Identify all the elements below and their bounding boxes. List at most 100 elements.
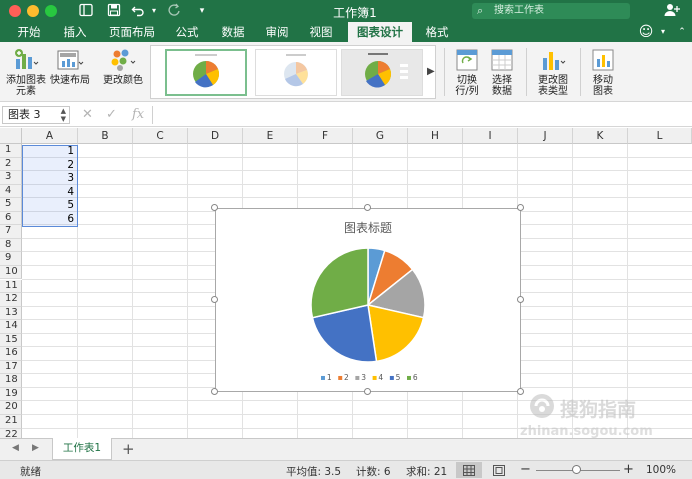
cell-a-value[interactable]: 3 — [22, 172, 74, 184]
smiley-feedback-icon[interactable]: ☺ — [634, 22, 658, 42]
legend-entry[interactable]: ▪5 — [387, 373, 400, 382]
row-header[interactable]: 16 — [0, 347, 22, 361]
zoom-slider-thumb[interactable] — [572, 465, 581, 474]
undo-dropdown-icon[interactable]: ▾ — [146, 3, 162, 19]
pie-chart[interactable]: 图表标题 ▪1 ▪2 ▪3 ▪4 ▪5 ▪6 — [215, 208, 521, 392]
column-header[interactable]: A — [22, 128, 78, 144]
switch-row-column-button[interactable]: 切换 行/列 — [450, 42, 484, 97]
row-header[interactable]: 3 — [0, 171, 22, 185]
row-header[interactable]: 11 — [0, 279, 22, 294]
gallery-scroll-right-icon[interactable]: ▶ — [427, 66, 435, 77]
pie-plot-area[interactable] — [306, 243, 430, 367]
column-header[interactable]: E — [243, 128, 298, 144]
search-input[interactable]: ⌕ 搜索工作表 — [472, 3, 630, 19]
chart-title[interactable]: 图表标题 — [216, 219, 520, 236]
resize-handle-top-right[interactable] — [517, 204, 524, 211]
column-header[interactable]: F — [298, 128, 353, 144]
chart-legend[interactable]: ▪1 ▪2 ▪3 ▪4 ▪5 ▪6 — [216, 373, 520, 382]
sidebar-icon[interactable] — [78, 3, 94, 19]
row-header[interactable]: 21 — [0, 415, 22, 429]
collapse-ribbon-icon[interactable]: ⌃ — [674, 22, 690, 42]
previous-sheet-icon[interactable]: ◀ — [12, 443, 19, 453]
resize-handle-left[interactable] — [211, 296, 218, 303]
add-sheet-button[interactable]: + — [122, 440, 135, 458]
row-header[interactable]: 15 — [0, 333, 22, 348]
column-header[interactable]: C — [133, 128, 188, 144]
row-header[interactable]: 14 — [0, 320, 22, 334]
change-colors-button[interactable]: 更改颜色 — [102, 42, 144, 86]
cell-a-value[interactable]: 4 — [22, 186, 74, 198]
legend-entry[interactable]: ▪4 — [370, 373, 383, 382]
zoom-in-button[interactable]: + — [623, 462, 634, 477]
undo-icon[interactable] — [130, 3, 146, 19]
row-header[interactable]: 8 — [0, 238, 22, 253]
select-data-button[interactable]: 选择 数据 — [486, 42, 518, 97]
next-sheet-icon[interactable]: ▶ — [32, 443, 39, 453]
row-header[interactable]: 19 — [0, 387, 22, 402]
normal-view-button[interactable] — [456, 462, 482, 478]
tab-insert[interactable]: 插入 — [56, 22, 94, 42]
column-header[interactable]: L — [628, 128, 692, 144]
tab-format[interactable]: 格式 — [418, 22, 456, 42]
share-user-icon[interactable] — [664, 3, 680, 19]
insert-function-icon[interactable]: fx — [132, 107, 144, 122]
redo-icon[interactable] — [166, 3, 182, 19]
tab-chart-design[interactable]: 图表设计 — [348, 22, 412, 42]
row-header[interactable]: 2 — [0, 157, 22, 172]
tab-page-layout[interactable]: 页面布局 — [104, 22, 160, 42]
confirm-formula-icon[interactable]: ✓ — [106, 107, 117, 122]
select-all-corner[interactable] — [0, 128, 22, 144]
tab-review[interactable]: 审阅 — [258, 22, 296, 42]
column-header[interactable]: G — [353, 128, 408, 144]
column-header[interactable]: J — [518, 128, 573, 144]
resize-handle-top[interactable] — [364, 204, 371, 211]
column-header[interactable]: D — [188, 128, 243, 144]
feedback-dropdown-icon[interactable]: ▾ — [656, 22, 670, 42]
tab-view[interactable]: 视图 — [302, 22, 340, 42]
chart-style-thumbnail[interactable] — [165, 49, 247, 96]
legend-entry[interactable]: ▪1 — [318, 373, 331, 382]
resize-handle-right[interactable] — [517, 296, 524, 303]
legend-entry[interactable]: ▪2 — [336, 373, 349, 382]
minimize-window-button[interactable] — [27, 5, 39, 17]
row-header[interactable]: 10 — [0, 265, 22, 280]
name-box-dropdown-icon[interactable]: ▲ ▼ — [61, 107, 66, 123]
resize-handle-bottom-right[interactable] — [517, 388, 524, 395]
change-chart-type-button[interactable]: 更改图 表类型 — [532, 42, 574, 97]
legend-entry[interactable]: ▪6 — [404, 373, 417, 382]
row-header[interactable]: 13 — [0, 306, 22, 321]
zoom-window-button[interactable] — [45, 5, 57, 17]
cell-a-value[interactable]: 1 — [22, 145, 74, 157]
legend-entry[interactable]: ▪3 — [353, 373, 366, 382]
add-chart-element-button[interactable]: 添加图表 元素 — [4, 42, 48, 97]
save-icon[interactable] — [106, 3, 122, 19]
cell-a-value[interactable]: 2 — [22, 159, 74, 171]
chart-style-thumbnail[interactable] — [341, 49, 423, 96]
row-header[interactable]: 12 — [0, 293, 22, 307]
resize-handle-bottom-left[interactable] — [211, 388, 218, 395]
row-header[interactable]: 5 — [0, 198, 22, 212]
column-header[interactable]: H — [408, 128, 463, 144]
name-box[interactable]: 图表 3 ▲ ▼ — [2, 106, 70, 124]
sheet-tab-active[interactable]: 工作表1 — [52, 438, 112, 460]
formula-input[interactable] — [156, 106, 686, 124]
resize-handle-bottom[interactable] — [364, 388, 371, 395]
move-chart-button[interactable]: 移动 图表 — [586, 42, 620, 97]
tab-data[interactable]: 数据 — [214, 22, 252, 42]
pie-slice-6[interactable] — [310, 247, 369, 319]
row-header[interactable]: 17 — [0, 360, 22, 375]
zoom-out-button[interactable]: − — [520, 462, 531, 477]
column-header[interactable]: K — [573, 128, 628, 144]
row-header[interactable]: 7 — [0, 225, 22, 239]
row-header[interactable]: 9 — [0, 252, 22, 266]
close-window-button[interactable] — [9, 5, 21, 17]
quick-layout-button[interactable]: 快速布局 — [50, 42, 90, 86]
cancel-formula-icon[interactable]: ✕ — [82, 107, 93, 122]
cell-a-value[interactable]: 5 — [22, 199, 74, 211]
column-header[interactable]: B — [78, 128, 133, 144]
column-header[interactable]: I — [463, 128, 518, 144]
cell-a-value[interactable]: 6 — [22, 213, 74, 225]
row-header[interactable]: 1 — [0, 144, 22, 158]
row-header[interactable]: 18 — [0, 374, 22, 388]
row-header[interactable]: 20 — [0, 401, 22, 415]
